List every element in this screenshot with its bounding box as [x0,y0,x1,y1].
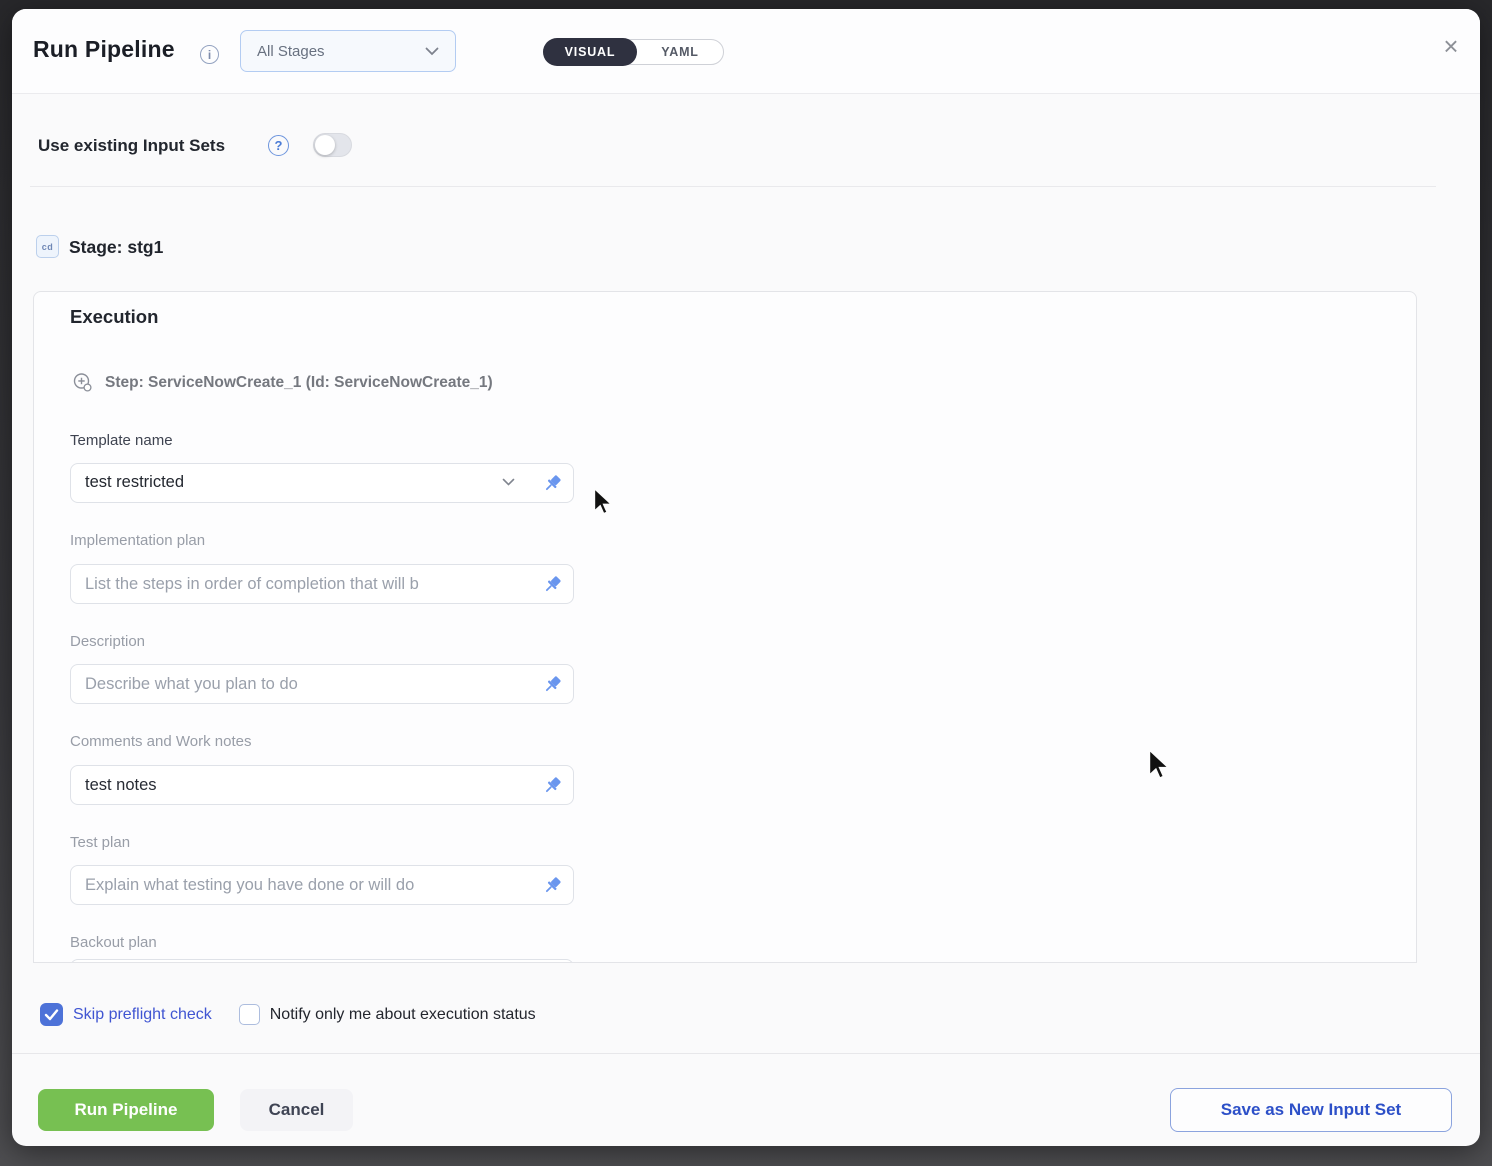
stage-selector-value: All Stages [257,43,325,60]
options-row: Skip preflight check Notify only me abou… [40,1003,536,1026]
execution-title: Execution [70,306,158,328]
run-pipeline-modal: Run Pipeline i All Stages VISUAL YAML × … [12,9,1480,1146]
pin-icon[interactable] [541,674,563,696]
pin-icon[interactable] [541,875,563,897]
pin-icon[interactable] [541,574,563,596]
cancel-button[interactable]: Cancel [240,1089,353,1131]
help-icon[interactable]: ? [268,135,289,156]
stage-selector-dropdown[interactable]: All Stages [240,30,456,72]
check-icon [40,1003,63,1026]
description-field [70,664,574,704]
divider [30,186,1436,187]
modal-header: Run Pipeline i All Stages VISUAL YAML × [12,9,1480,94]
chevron-down-icon [425,47,439,56]
close-icon[interactable]: × [1436,31,1466,61]
template-name-label: Template name [70,432,173,449]
test-plan-label: Test plan [70,834,130,851]
pin-icon[interactable] [541,775,563,797]
stage-type-icon: cd [36,235,59,258]
visual-yaml-toggle: VISUAL YAML [543,39,724,65]
use-existing-input-sets-label: Use existing Input Sets [38,136,225,156]
tab-yaml[interactable]: YAML [637,39,723,65]
tab-visual[interactable]: VISUAL [543,38,637,66]
pin-icon[interactable] [541,473,563,495]
test-plan-input[interactable] [71,866,523,904]
test-plan-field [70,865,574,905]
backout-plan-label: Backout plan [70,934,157,951]
step-row: Step: ServiceNowCreate_1 (Id: ServiceNow… [72,372,493,393]
notify-me-label[interactable]: Notify only me about execution status [270,1006,536,1024]
backout-plan-field[interactable] [70,959,574,963]
save-as-new-input-set-button[interactable]: Save as New Input Set [1170,1088,1452,1132]
chevron-down-icon [502,478,515,487]
divider [12,1053,1480,1054]
description-input[interactable] [71,665,523,703]
comments-input[interactable] [71,766,523,804]
toggle-knob [315,135,335,155]
skip-preflight-checkbox[interactable] [40,1003,63,1026]
info-icon[interactable]: i [200,45,219,64]
implementation-plan-field [70,564,574,604]
template-name-select[interactable]: test restricted [70,463,574,503]
description-label: Description [70,633,145,650]
comments-field [70,765,574,805]
step-icon [72,372,93,393]
comments-label: Comments and Work notes [70,733,251,750]
implementation-plan-label: Implementation plan [70,532,205,549]
run-pipeline-button[interactable]: Run Pipeline [38,1089,214,1131]
implementation-plan-input[interactable] [71,565,523,603]
skip-preflight-label[interactable]: Skip preflight check [73,1006,212,1024]
template-name-value: test restricted [85,473,184,492]
input-sets-toggle[interactable] [313,133,352,157]
stage-label: Stage: stg1 [69,237,163,258]
step-label: Step: ServiceNowCreate_1 (Id: ServiceNow… [105,374,493,392]
notify-me-checkbox[interactable] [239,1004,260,1025]
execution-card: Execution Step: ServiceNowCreate_1 (Id: … [33,291,1417,963]
page-title: Run Pipeline [33,36,175,63]
